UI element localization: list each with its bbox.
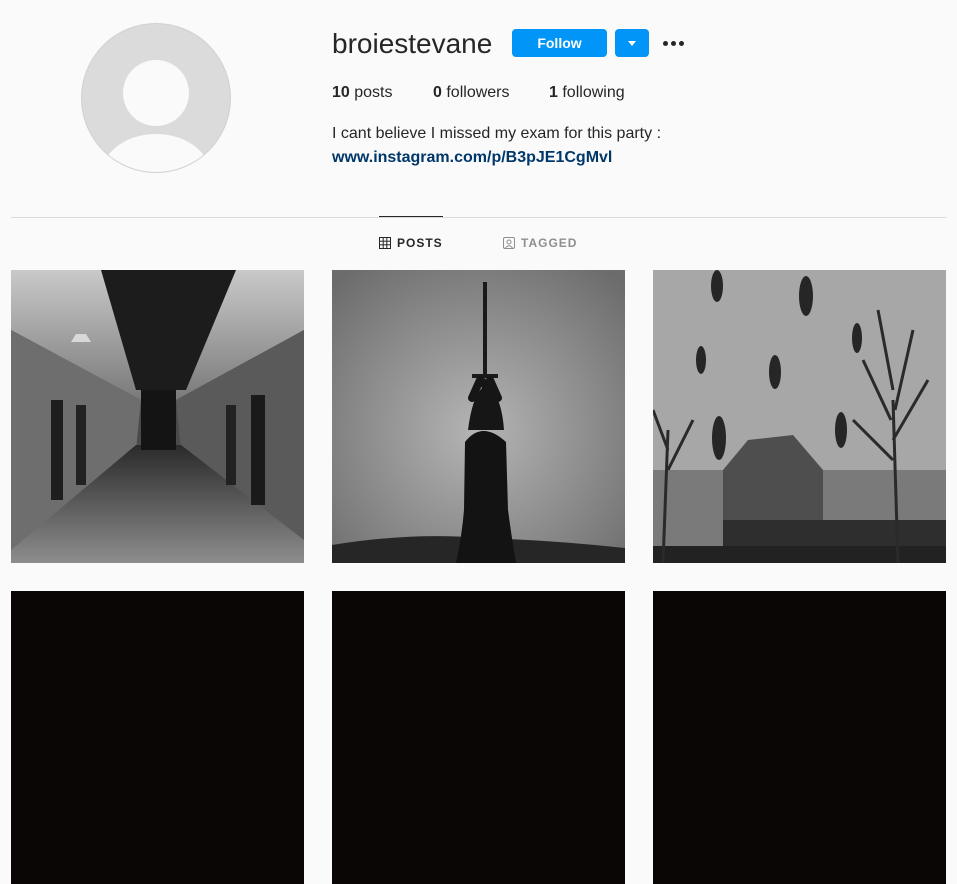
posts-count-stat: 10 posts xyxy=(332,83,393,103)
post-thumbnail-4[interactable] xyxy=(11,591,304,884)
post-thumbnail-1[interactable] xyxy=(11,270,304,563)
tab-tagged-label: TAGGED xyxy=(521,236,578,250)
avatar-placeholder-head xyxy=(123,60,189,126)
profile-bio: I cant believe I missed my exam for this… xyxy=(332,125,662,142)
tab-tagged[interactable]: TAGGED xyxy=(503,217,577,269)
posts-count: 10 xyxy=(332,84,350,101)
following-stat[interactable]: 1 following xyxy=(549,83,625,103)
post-thumbnail-3[interactable] xyxy=(653,270,946,563)
profile-tabs-divider xyxy=(11,217,946,218)
follow-button[interactable]: Follow xyxy=(512,29,607,57)
more-options-icon xyxy=(663,41,668,46)
more-options-button[interactable] xyxy=(660,33,688,53)
following-label: following xyxy=(562,84,625,101)
post-thumbnail-2[interactable] xyxy=(332,270,625,563)
following-count: 1 xyxy=(549,84,558,101)
floating-figures-image xyxy=(653,270,946,563)
post-thumbnail-5[interactable] xyxy=(332,591,625,884)
tagged-icon xyxy=(503,237,515,249)
sword-figure-image xyxy=(332,270,625,563)
suggested-dropdown-button[interactable] xyxy=(615,29,649,57)
caret-down-icon xyxy=(628,41,636,46)
post-thumbnail-6[interactable] xyxy=(653,591,946,884)
prison-corridor-image xyxy=(11,270,304,563)
followers-stat[interactable]: 0 followers xyxy=(433,83,510,103)
avatar-placeholder-body xyxy=(102,134,210,172)
tab-posts-label: POSTS xyxy=(397,236,443,250)
profile-avatar[interactable] xyxy=(81,23,231,173)
profile-username: broiestevane xyxy=(332,28,493,59)
tab-posts[interactable]: POSTS xyxy=(379,216,443,269)
followers-label: followers xyxy=(446,84,510,101)
posts-label: posts xyxy=(354,84,393,101)
followers-count: 0 xyxy=(433,84,442,101)
grid-icon xyxy=(379,237,391,249)
bio-link[interactable]: www.instagram.com/p/B3pJE1CgMvl xyxy=(332,148,612,168)
